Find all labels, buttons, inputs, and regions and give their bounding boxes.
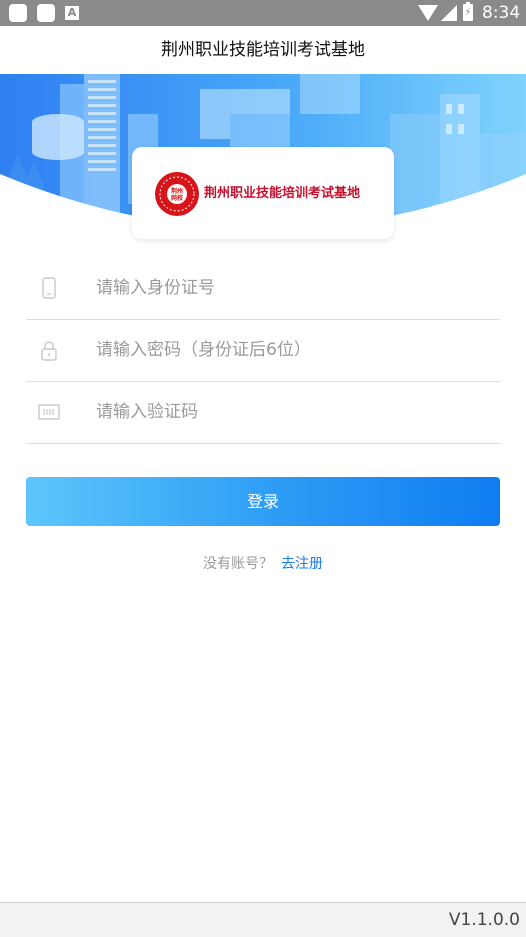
phone-icon [42,277,56,299]
password-input[interactable] [96,319,496,381]
footer: V1.1.0.0 [0,902,526,937]
status-bar: A ⚡ 8:34 [0,0,526,26]
a-notification-icon: A [65,6,79,20]
seal-text-bottom: 网校 [171,194,184,202]
id-number-input[interactable] [96,257,496,319]
seal-logo-icon: 荆州 网校 [155,172,199,216]
lock-icon [41,341,57,361]
app-square-icon [9,4,27,22]
battery-charging-icon: ⚡ [463,2,473,21]
register-line: 没有账号？ 去注册 [0,554,526,574]
login-button[interactable]: 登录 [26,477,500,526]
logo-card: 荆州 网校 荆州职业技能培训考试基地 [132,147,394,239]
barcode-icon [38,404,60,420]
app-square-icon [37,4,55,22]
status-time: 8:34 [482,3,521,23]
logo-text: 荆州职业技能培训考试基地 [204,186,361,201]
captcha-field [26,381,500,444]
password-field [26,319,500,382]
signal-icon [441,5,457,21]
id-number-field [26,257,500,320]
title-bar: 荆州职业技能培训考试基地 [0,26,526,74]
register-link[interactable]: 去注册 [281,556,323,572]
page-title: 荆州职业技能培训考试基地 [161,40,365,60]
captcha-input[interactable] [96,381,496,443]
register-prompt: 没有账号？ [203,556,273,572]
seal-text-top: 荆州 [171,187,183,195]
version-label: V1.1.0.0 [448,910,520,930]
wifi-icon [418,5,438,21]
